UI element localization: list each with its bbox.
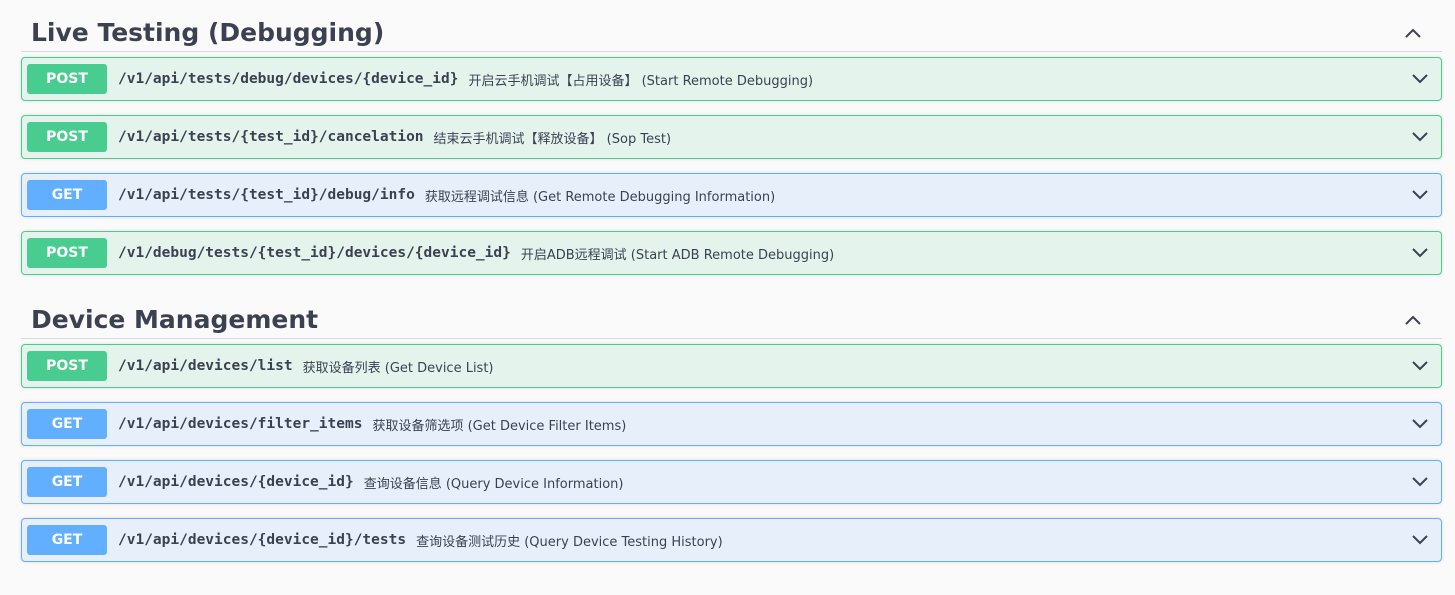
operation-summary: 查询设备信息 (Query Device Information) xyxy=(363,476,624,492)
operation-path: /v1/api/tests/{test_id}/cancelation xyxy=(118,129,424,145)
operation-summary: 获取设备列表 (Get Device List) xyxy=(302,360,494,376)
operation-summary: 查询设备测试历史 (Query Device Testing History) xyxy=(416,534,723,550)
chevron-down-icon[interactable] xyxy=(1405,238,1435,268)
section-title: Device Management xyxy=(31,305,319,334)
chevron-down-icon[interactable] xyxy=(1405,351,1435,381)
section-device-management: Device Management POST /v1/api/devices/l… xyxy=(21,287,1442,562)
operation-row[interactable]: POST /v1/api/tests/{test_id}/cancelation… xyxy=(21,115,1442,159)
chevron-down-icon[interactable] xyxy=(1405,122,1435,152)
chevron-up-icon[interactable] xyxy=(1396,305,1430,335)
chevron-down-icon[interactable] xyxy=(1405,180,1435,210)
method-badge: POST xyxy=(27,122,107,152)
operation-row[interactable]: GET /v1/api/devices/filter_items 获取设备筛选项… xyxy=(21,402,1442,446)
operation-row[interactable]: GET /v1/api/tests/{test_id}/debug/info 获… xyxy=(21,173,1442,217)
operation-row[interactable]: GET /v1/api/devices/{device_id} 查询设备信息 (… xyxy=(21,460,1442,504)
api-docs-page: Live Testing (Debugging) POST /v1/api/te… xyxy=(0,0,1455,595)
method-badge: POST xyxy=(27,351,107,381)
operation-summary: 开启云手机调试【占用设备】 (Start Remote Debugging) xyxy=(468,73,814,89)
operation-path: /v1/debug/tests/{test_id}/devices/{devic… xyxy=(118,245,511,261)
operation-path: /v1/api/devices/list xyxy=(118,358,293,374)
operation-summary: 获取远程调试信息 (Get Remote Debugging Informati… xyxy=(424,189,776,205)
operation-summary: 获取设备筛选项 (Get Device Filter Items) xyxy=(372,418,627,434)
method-badge: POST xyxy=(27,64,107,94)
operation-path: /v1/api/devices/{device_id}/tests xyxy=(118,532,407,548)
section-live-testing: Live Testing (Debugging) POST /v1/api/te… xyxy=(21,0,1442,275)
section-title: Live Testing (Debugging) xyxy=(31,18,385,47)
method-badge: GET xyxy=(27,180,107,210)
operation-path: /v1/api/tests/debug/devices/{device_id} xyxy=(118,71,459,87)
section-header[interactable]: Live Testing (Debugging) xyxy=(21,0,1442,52)
chevron-down-icon[interactable] xyxy=(1405,467,1435,497)
operation-row[interactable]: POST /v1/debug/tests/{test_id}/devices/{… xyxy=(21,231,1442,275)
method-badge: GET xyxy=(27,467,107,497)
operation-summary: 开启ADB远程调试 (Start ADB Remote Debugging) xyxy=(520,247,835,263)
operation-row[interactable]: GET /v1/api/devices/{device_id}/tests 查询… xyxy=(21,518,1442,562)
chevron-up-icon[interactable] xyxy=(1396,18,1430,48)
method-badge: GET xyxy=(27,525,107,555)
chevron-down-icon[interactable] xyxy=(1405,409,1435,439)
chevron-down-icon[interactable] xyxy=(1405,64,1435,94)
method-badge: GET xyxy=(27,409,107,439)
operation-row[interactable]: POST /v1/api/tests/debug/devices/{device… xyxy=(21,57,1442,101)
operation-summary: 结束云手机调试【释放设备】 (Sop Test) xyxy=(433,131,672,147)
section-header[interactable]: Device Management xyxy=(21,287,1442,339)
operation-path: /v1/api/tests/{test_id}/debug/info xyxy=(118,187,415,203)
operation-path: /v1/api/devices/filter_items xyxy=(118,416,363,432)
chevron-down-icon[interactable] xyxy=(1405,525,1435,555)
operation-row[interactable]: POST /v1/api/devices/list 获取设备列表 (Get De… xyxy=(21,344,1442,388)
operation-path: /v1/api/devices/{device_id} xyxy=(118,474,354,490)
method-badge: POST xyxy=(27,238,107,268)
